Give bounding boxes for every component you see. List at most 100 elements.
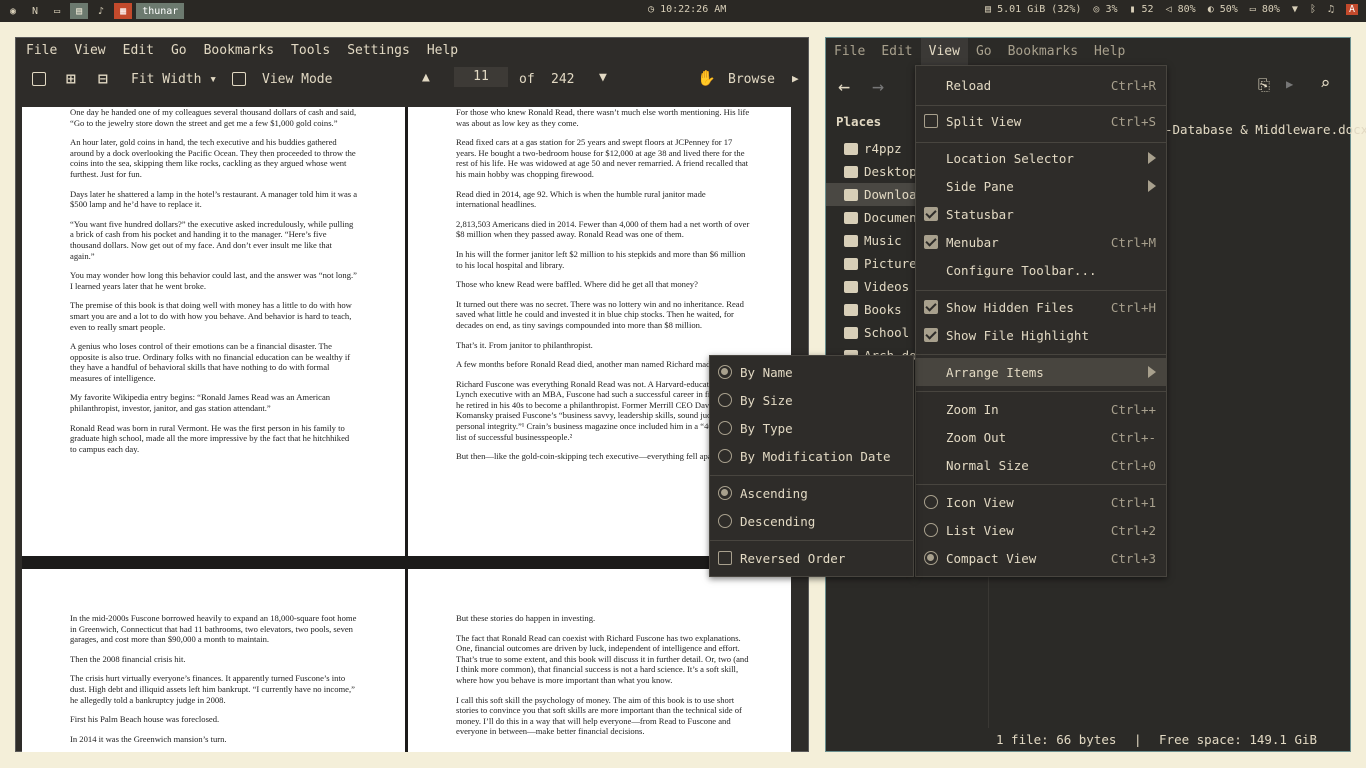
menu-reload[interactable]: Reload Ctrl+R (916, 71, 1166, 99)
workspace-files-icon[interactable]: ▤ (70, 3, 89, 19)
menu-menubar[interactable]: Menubar Ctrl+M (916, 228, 1166, 256)
reader-menu-settings[interactable]: Settings (347, 43, 410, 58)
menu-shortcut: Ctrl+M (1110, 234, 1156, 250)
workspace-thunar[interactable]: thunar (136, 3, 185, 19)
menu-configure-toolbar[interactable]: Configure Toolbar... (916, 256, 1166, 284)
brightness-indicator[interactable]: ◐ 50% (1208, 4, 1238, 15)
hand-tool-icon[interactable]: ✋ (697, 69, 716, 87)
thunar-menu-go[interactable]: Go (968, 38, 1000, 66)
view-mode-button[interactable]: View Mode (262, 72, 332, 87)
menu-label: Side Pane (946, 178, 1014, 194)
volume-indicator[interactable]: ◁ 80% (1166, 4, 1196, 15)
page-paragraph: The crisis hurt virtually everyone’s fin… (70, 673, 355, 705)
wifi-icon[interactable]: ▼ (1292, 4, 1298, 15)
page-right-bottom: But these stories do happen in investing… (408, 569, 791, 752)
menu-statusbar[interactable]: Statusbar (916, 200, 1166, 228)
menu-label: By Type (740, 420, 793, 436)
new-tab-icon[interactable]: ⎘ (1258, 76, 1270, 94)
thunar-menu-view[interactable]: View (920, 38, 968, 66)
thunar-menu-edit[interactable]: Edit (873, 38, 920, 66)
reader-menu-tools[interactable]: Tools (291, 43, 330, 58)
next-page-icon[interactable]: ▼ (599, 70, 607, 85)
arrange-by-type[interactable]: By Type (710, 414, 913, 442)
arch-logo-icon[interactable]: ◉ (4, 3, 22, 19)
workspace-neovim[interactable]: N (26, 3, 44, 19)
menu-split-view[interactable]: Split View Ctrl+S (916, 107, 1166, 135)
menu-side-pane[interactable]: Side Pane (916, 172, 1166, 200)
browse-tool-button[interactable]: Browse (728, 72, 775, 87)
memory-text: 5.01 GiB (32%) (997, 4, 1082, 15)
arrange-reversed-order[interactable]: Reversed Order (710, 544, 913, 572)
thunar-menu-file[interactable]: File (826, 38, 873, 66)
zoom-in-icon[interactable]: ⊞ (66, 69, 76, 88)
arrange-ascending[interactable]: Ascending (710, 479, 913, 507)
previous-page-icon[interactable]: ▲ (422, 70, 430, 85)
zoom-mode-select[interactable]: Fit Width ▾ (131, 72, 217, 87)
picture-icon (844, 257, 858, 270)
menu-normal-size[interactable]: Normal Size Ctrl+0 (916, 451, 1166, 479)
view-menu: Reload Ctrl+R Split View Ctrl+S Location S… (915, 65, 1167, 577)
page-paragraph: A genius who loses control of their emot… (70, 341, 351, 383)
menu-shortcut: Ctrl+2 (1110, 522, 1156, 538)
menu-label: Configure Toolbar... (946, 262, 1097, 278)
reader-menu-file[interactable]: File (26, 43, 57, 58)
page-number-input[interactable]: 11 (454, 67, 508, 87)
zoom-mode-text: Fit Width (131, 72, 202, 87)
menu-icon-view[interactable]: Icon View Ctrl+1 (916, 488, 1166, 516)
bell-icon[interactable]: ♫ (1328, 4, 1334, 15)
more-tools-icon[interactable]: ▶ (792, 72, 799, 85)
radio-icon (718, 449, 732, 463)
forward-arrow-icon[interactable]: → (872, 74, 884, 98)
menu-compact-view[interactable]: Compact View Ctrl+3 (916, 544, 1166, 572)
search-icon[interactable]: ⌕ (1320, 74, 1330, 94)
menu-arrange-items[interactable]: Arrange Items (916, 358, 1166, 386)
clock: ◷ 10:22:26 AM (648, 4, 726, 15)
menu-list-view[interactable]: List View Ctrl+2 (916, 516, 1166, 544)
radio-icon (924, 523, 938, 537)
zoom-out-icon[interactable]: ⊟ (98, 69, 108, 88)
statusbar: 1 file: 66 bytes | Free space: 149.1 GiB (988, 728, 1350, 752)
top-panel: ◉ N ▭ ▤ ♪ ▦ thunar ◷ 10:22:26 AM ▤ 5.01 … (0, 0, 1366, 22)
more-icon[interactable]: ▶ (1286, 77, 1293, 91)
arrange-by-name[interactable]: By Name (710, 358, 913, 386)
sidebar-toggle-icon[interactable] (32, 72, 46, 86)
menu-show-hidden-files[interactable]: Show Hidden Files Ctrl+H (916, 293, 1166, 321)
reader-toolbar: ⊞ ⊟ Fit Width ▾ View Mode ▲ 11 of 242 ▼ … (16, 63, 808, 97)
menu-zoom-in[interactable]: Zoom In Ctrl++ (916, 395, 1166, 423)
temp-text: 52 (1141, 4, 1154, 15)
thunar-menu-bookmarks[interactable]: Bookmarks (1000, 38, 1086, 66)
workspace-terminal-icon[interactable]: ▭ (48, 3, 66, 19)
menu-label: Menubar (946, 234, 999, 250)
bluetooth-icon[interactable]: ᛒ (1310, 4, 1316, 15)
view-mode-icon[interactable] (232, 72, 246, 86)
clock-icon: ◷ (648, 4, 655, 15)
thunar-menu-help[interactable]: Help (1086, 38, 1133, 66)
launcher-button[interactable]: A (1345, 4, 1358, 15)
checkbox-checked-icon (924, 300, 938, 314)
menu-zoom-out[interactable]: Zoom Out Ctrl+- (916, 423, 1166, 451)
place-label: Desktop (864, 164, 917, 179)
workspace-browser-icon[interactable]: ▦ (114, 3, 133, 19)
reader-menu-help[interactable]: Help (427, 43, 458, 58)
reader-menu-go[interactable]: Go (171, 43, 187, 58)
menu-show-file-highlight[interactable]: Show File Highlight (916, 321, 1166, 349)
checkbox-checked-icon (924, 235, 938, 249)
reader-menu-edit[interactable]: Edit (123, 43, 154, 58)
arrange-by-size[interactable]: By Size (710, 386, 913, 414)
reader-menu-view[interactable]: View (74, 43, 105, 58)
file-item[interactable]: -Database & Middleware.docx (1165, 122, 1366, 137)
page-paragraph: I call this soft skill the psychology of… (456, 694, 742, 737)
back-arrow-icon[interactable]: ← (838, 74, 850, 98)
reader-menu-bookmarks[interactable]: Bookmarks (204, 43, 274, 58)
document-pages[interactable]: One day he handed one of my colleagues s… (22, 107, 791, 752)
workspace-music-icon[interactable]: ♪ (92, 3, 110, 19)
arrange-by-modification-date[interactable]: By Modification Date (710, 442, 913, 470)
arrange-descending[interactable]: Descending (710, 507, 913, 535)
menu-location-selector[interactable]: Location Selector (916, 144, 1166, 172)
checkbox-icon (718, 551, 732, 565)
menu-separator (916, 142, 1166, 143)
page-paragraph: Those who knew Read were baffled. Where … (456, 279, 698, 290)
menu-label: Split View (946, 113, 1022, 129)
workspace-list: ◉ N ▭ ▤ ♪ ▦ thunar (0, 0, 185, 22)
brightness-text: 50% (1219, 4, 1238, 15)
